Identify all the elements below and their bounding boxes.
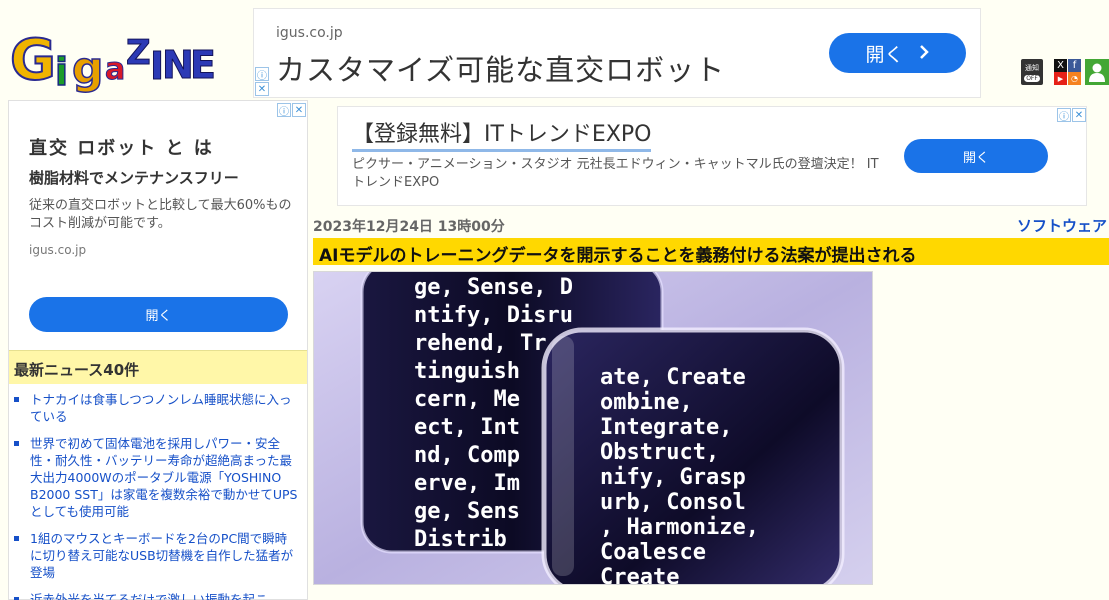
hero-word-right: nify, Grasp	[600, 465, 746, 490]
hero-word-right: Obstruct,	[600, 440, 719, 465]
article-date: 2023年12月24日 13時00分	[313, 219, 505, 235]
sidebar-ad[interactable]: ⓘ ✕ 直交 ロボット と は 樹脂材料でメンテナンスフリー 従来の直交ロボット…	[9, 101, 307, 349]
hero-word-right: , Harmonize,	[600, 515, 759, 540]
hero-word-left: nd, Comp	[414, 443, 520, 468]
article-hero-image: ge, Sense, D ntify, Disru rehend, Tr tingui…	[313, 271, 873, 585]
hero-word-left: erve, Im	[414, 471, 520, 496]
article-top-ad[interactable]: ⓘ ✕ 【登録無料】ITトレンドEXPO ピクサー・アニメーション・スタジオ 元…	[337, 106, 1087, 206]
hero-word-left: ge, Sense, D	[414, 275, 573, 300]
notification-toggle[interactable]: 通知 OFF	[1021, 59, 1043, 85]
youtube-icon[interactable]: ▶	[1054, 72, 1067, 85]
ad-info-icon[interactable]: ⓘ	[277, 103, 291, 118]
hero-word-left: ge, Sens	[414, 499, 520, 524]
article-title: AIモデルのトレーニングデータを開示することを義務付ける法案が提出される	[319, 246, 917, 266]
article-title-bar: AIモデルのトレーニングデータを開示することを義務付ける法案が提出される	[313, 238, 1109, 266]
hero-word-right: Create	[600, 565, 679, 585]
hero-word-left: cern, Me	[414, 387, 520, 412]
sidebar-ad-open-button[interactable]: 開く	[29, 297, 288, 332]
chevron-right-icon	[918, 42, 930, 64]
left-sidebar: ⓘ ✕ 直交 ロボット と は 樹脂材料でメンテナンスフリー 従来の直交ロボット…	[8, 100, 308, 600]
facebook-icon[interactable]: f	[1068, 59, 1081, 72]
rss-icon[interactable]: ◔	[1068, 72, 1081, 85]
x-twitter-icon[interactable]: X	[1054, 59, 1067, 72]
hero-word-left: tinguish	[414, 359, 520, 384]
latest-news-list: トナカイは食事しつつノンレム睡眠状態に入っている 世界で初めて固体電池を採用しパ…	[9, 391, 307, 600]
hero-illustration: ge, Sense, D ntify, Disru rehend, Tr tingui…	[314, 272, 872, 585]
sidebar-ad-domain: igus.co.jp	[29, 243, 87, 257]
latest-news-header: 最新ニュース40件	[9, 350, 307, 384]
ad-info-icon[interactable]: ⓘ	[1057, 108, 1071, 123]
hero-word-right: ate, Create	[600, 365, 746, 390]
ad-close-icon[interactable]: ✕	[292, 103, 306, 117]
sidebar-ad-body: 従来の直交ロボットと比較して最大60%ものコスト削減が可能です。	[29, 198, 292, 231]
hero-word-right: Integrate,	[600, 415, 732, 440]
news-item[interactable]: トナカイは食事しつつノンレム睡眠状態に入っている	[9, 391, 307, 425]
latest-news-title: 最新ニュース40件	[14, 361, 140, 379]
hero-word-left: ect, Int	[414, 415, 520, 440]
site-logo[interactable]: G i g a Z I N E	[9, 32, 216, 95]
ad-open-label: 開く	[865, 43, 904, 66]
top-banner-ad[interactable]: igus.co.jp カスタマイズ可能な直交ロボット 開く	[253, 8, 981, 98]
ad-domain: igus.co.jp	[276, 25, 343, 41]
news-item[interactable]: 近赤外光を当てるだけで激しい振動を起こ	[9, 591, 307, 600]
hero-word-right: ombine,	[600, 390, 693, 415]
main-ad-description: ピクサー・アニメーション・スタジオ 元社長エドウィン・キャットマル氏の登壇決定！…	[352, 157, 879, 190]
ad-open-button[interactable]: 開く	[829, 33, 966, 73]
news-item[interactable]: 1組のマウスとキーボードを2台のPC間で瞬時に切り替え可能なUSB切替機を自作し…	[9, 530, 307, 581]
ad-info-icon[interactable]: ⓘ	[255, 67, 269, 82]
ad-headline[interactable]: カスタマイズ可能な直交ロボット	[276, 47, 725, 89]
sidebar-ad-title[interactable]: 直交 ロボット と は	[29, 134, 214, 160]
article-category-link[interactable]: ソフトウェア	[1017, 215, 1107, 236]
main-ad-headline[interactable]: 【登録無料】ITトレンドEXPO	[352, 121, 652, 152]
ad-close-icon[interactable]: ✕	[1072, 108, 1086, 122]
hero-word-left: ntify, Disru	[414, 303, 573, 328]
news-item[interactable]: 世界で初めて固体電池を採用しパワー・安全性・耐久性・バッテリー寿命が超絶高まった…	[9, 435, 307, 520]
hero-word-right: urb, Consol	[600, 490, 746, 515]
ad-close-icon[interactable]: ✕	[255, 82, 269, 96]
hero-word-left: Distrib	[414, 527, 507, 552]
user-account-icon[interactable]	[1085, 59, 1109, 85]
hero-word-left: rehend, Tr	[414, 331, 546, 356]
main-ad-open-button[interactable]: 開く	[904, 139, 1048, 173]
hero-word-right: Coalesce	[600, 540, 706, 565]
sidebar-ad-subtitle: 樹脂材料でメンテナンスフリー	[29, 169, 239, 187]
